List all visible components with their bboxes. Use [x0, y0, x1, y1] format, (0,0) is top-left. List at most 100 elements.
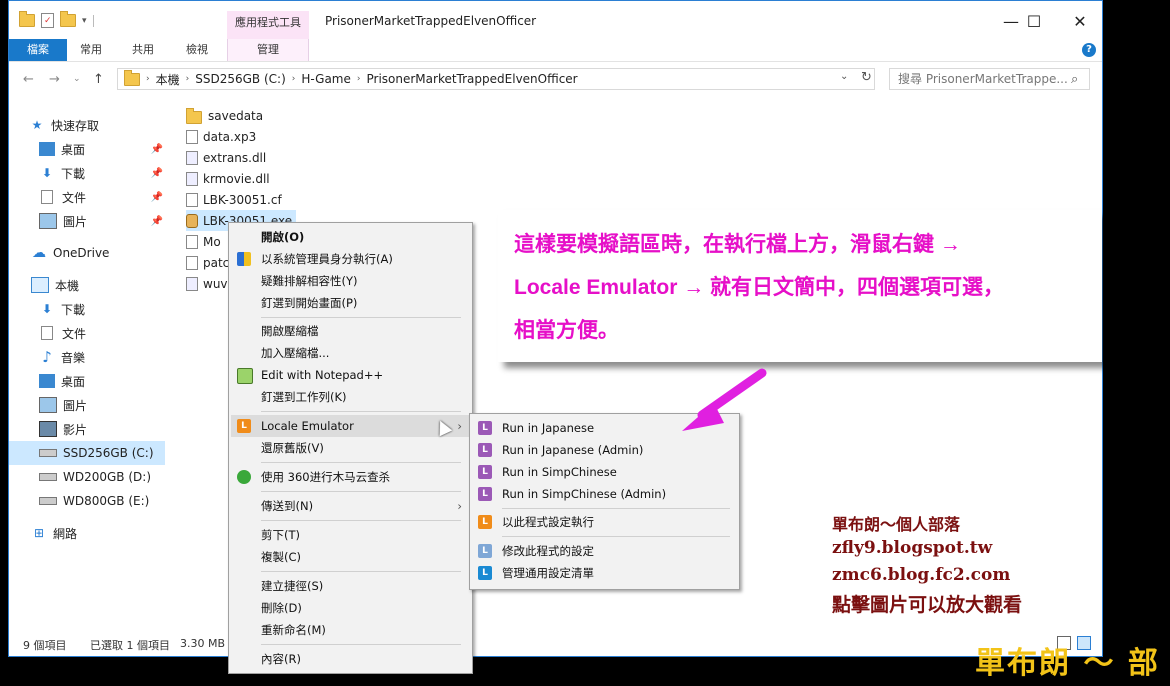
folder-icon[interactable]	[19, 11, 35, 27]
recent-locations-icon[interactable]: ⌄	[73, 74, 81, 84]
menu-item-cut[interactable]: 剪下(T)	[231, 524, 470, 546]
menu-item-create-shortcut[interactable]: 建立捷徑(S)	[231, 575, 470, 597]
tab-home[interactable]: 常用	[73, 39, 109, 61]
sidebar-item-drive-e[interactable]: WD800GB (E:)	[39, 489, 197, 513]
menu-item-copy[interactable]: 複製(C)	[231, 546, 470, 568]
list-item[interactable]: patc	[186, 252, 229, 273]
pin-icon[interactable]: 📌	[151, 192, 163, 203]
sidebar-item-onedrive[interactable]: ☁ OneDrive	[31, 241, 189, 265]
submenu-item-run-japanese-admin[interactable]: L Run in Japanese (Admin)	[472, 439, 737, 461]
menu-item-send-to[interactable]: 傳送到(N) ›	[231, 495, 470, 517]
search-icon[interactable]: ⌕	[1071, 72, 1078, 87]
pictures-icon	[39, 213, 57, 229]
drive-icon	[39, 473, 57, 481]
menu-item-add-archive[interactable]: 加入壓縮檔...	[231, 342, 470, 364]
blog-url: zmc6.blog.fc2.com	[832, 565, 1011, 585]
sidebar-item-videos[interactable]: 影片	[39, 417, 197, 441]
sidebar-item-this-pc[interactable]: 本機	[31, 273, 189, 297]
submenu-item-run-simpchinese-admin[interactable]: L Run in SimpChinese (Admin)	[472, 483, 737, 505]
menu-item-restore-version[interactable]: 還原舊版(V)	[231, 437, 470, 459]
chevron-down-icon[interactable]: ⌄	[840, 71, 848, 82]
breadcrumb[interactable]: SSD256GB (C:)	[195, 72, 286, 86]
file-icon	[186, 192, 198, 207]
chevron-right-icon[interactable]: ›	[292, 74, 296, 84]
menu-item-pin-start[interactable]: 釘選到開始畫面(P)	[231, 292, 470, 314]
menu-item-delete[interactable]: 刪除(D)	[231, 597, 470, 619]
properties-icon[interactable]: ✓	[41, 13, 54, 28]
pin-icon[interactable]: 📌	[151, 168, 163, 179]
chevron-down-icon[interactable]: ▾	[82, 16, 87, 26]
address-bar[interactable]: › 本機 › SSD256GB (C:) › H-Game › Prisoner…	[117, 68, 875, 90]
list-item[interactable]: extrans.dll	[186, 147, 266, 168]
up-icon[interactable]: ↑	[93, 72, 104, 87]
menu-divider	[261, 520, 461, 521]
search-input[interactable]: 搜尋 PrisonerMarketTrappe...	[889, 68, 1090, 90]
chevron-right-icon[interactable]: ›	[357, 74, 361, 84]
list-item[interactable]: Mo	[186, 231, 221, 252]
file-icon	[186, 276, 198, 291]
tab-file[interactable]: 檔案	[9, 39, 67, 61]
sidebar-item-network[interactable]: ⊞ 網路	[31, 521, 189, 545]
ribbon-tabs: 檔案 常用 共用 檢視 管理	[9, 39, 1102, 62]
list-item[interactable]: wuv	[186, 273, 228, 294]
submenu-item-global-profiles[interactable]: L 管理通用設定清單	[472, 562, 737, 584]
new-folder-icon[interactable]	[60, 11, 76, 27]
file-icon	[186, 129, 198, 144]
forward-icon[interactable]: →	[49, 72, 60, 87]
sidebar-item-pc-pictures[interactable]: 圖片	[39, 393, 197, 417]
list-item[interactable]: data.xp3	[186, 126, 256, 147]
sidebar-item-drive-c[interactable]: SSD256GB (C:)	[9, 441, 165, 465]
blog-url: zfly9.blogspot.tw	[832, 538, 993, 558]
sidebar-item-drive-d[interactable]: WD200GB (D:)	[39, 465, 197, 489]
sidebar-item-documents[interactable]: 文件 📌	[39, 185, 167, 209]
music-icon: ♪	[42, 348, 52, 366]
menu-divider	[261, 317, 461, 318]
submenu-item-run-with-settings[interactable]: L 以此程式設定執行	[472, 511, 737, 533]
submenu-item-run-simpchinese[interactable]: L Run in SimpChinese	[472, 461, 737, 483]
list-item[interactable]: savedata	[186, 105, 263, 126]
breadcrumb[interactable]: PrisonerMarketTrappedElvenOfficer	[367, 72, 578, 86]
pin-icon[interactable]: 📌	[151, 216, 163, 227]
sidebar-item-pictures[interactable]: 圖片 📌	[39, 209, 167, 233]
close-button[interactable]: ✕	[1057, 9, 1102, 35]
sidebar-item-pc-downloads[interactable]: ⬇ 下載	[39, 297, 197, 321]
chevron-right-icon[interactable]: ›	[186, 74, 190, 84]
submenu-item-modify-settings[interactable]: L 修改此程式的設定	[472, 540, 737, 562]
menu-item-notepad[interactable]: Edit with Notepad++	[231, 364, 470, 386]
menu-item-run-as-admin[interactable]: 以系統管理員身分執行(A)	[231, 248, 470, 270]
menu-item-open-archive[interactable]: 開啟壓縮檔	[231, 320, 470, 342]
window-title: PrisonerMarketTrappedElvenOfficer	[325, 14, 537, 28]
refresh-icon[interactable]: ↻	[861, 70, 872, 85]
menu-item-troubleshoot[interactable]: 疑難排解相容性(Y)	[231, 270, 470, 292]
sidebar-item-desktop[interactable]: 桌面 📌	[39, 137, 167, 161]
360-icon	[237, 470, 251, 484]
chevron-right-icon[interactable]: ›	[146, 74, 150, 84]
menu-item-properties[interactable]: 內容(R)	[231, 648, 470, 670]
chevron-right-icon: ›	[457, 499, 462, 513]
menu-item-open[interactable]: 開啟(O)	[231, 226, 470, 248]
arrow-icon	[682, 368, 767, 431]
locale-emulator-icon: L	[478, 515, 492, 529]
sidebar-item-music[interactable]: ♪ 音樂	[39, 345, 197, 369]
sidebar-item-downloads[interactable]: ⬇ 下載 📌	[39, 161, 167, 185]
list-item[interactable]: LBK-30051.cf	[186, 189, 282, 210]
maximize-button[interactable]: ☐	[1011, 9, 1057, 35]
tab-share[interactable]: 共用	[125, 39, 161, 61]
computer-icon	[31, 277, 49, 293]
pin-icon[interactable]: 📌	[151, 144, 163, 155]
menu-item-360-scan[interactable]: 使用 360进行木马云查杀	[231, 466, 470, 488]
help-icon[interactable]: ?	[1082, 43, 1096, 57]
network-icon: ⊞	[33, 526, 45, 540]
back-icon[interactable]: ←	[23, 72, 34, 87]
locale-emulator-icon: L	[478, 487, 492, 501]
sidebar-item-quick-access[interactable]: ★ 快速存取	[29, 113, 187, 137]
menu-item-rename[interactable]: 重新命名(M)	[231, 619, 470, 641]
breadcrumb[interactable]: H-Game	[301, 72, 351, 86]
tab-view[interactable]: 檢視	[179, 39, 215, 61]
sidebar-item-pc-documents[interactable]: 文件	[39, 321, 197, 345]
list-item[interactable]: krmovie.dll	[186, 168, 270, 189]
menu-item-pin-taskbar[interactable]: 釘選到工作列(K)	[231, 386, 470, 408]
breadcrumb[interactable]: 本機	[156, 71, 180, 88]
tab-manage[interactable]: 管理	[227, 39, 309, 61]
sidebar-item-pc-desktop[interactable]: 桌面	[39, 369, 197, 393]
